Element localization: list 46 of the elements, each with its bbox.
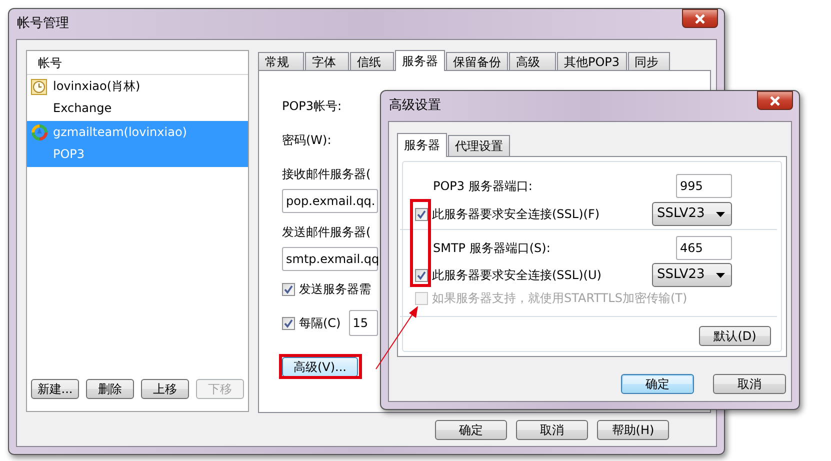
list-button[interactable]: 上移 xyxy=(141,379,189,399)
checkbox-label: 此服务器要求安全连接(SSL)(F) xyxy=(432,206,600,223)
port-field[interactable]: 995 xyxy=(676,174,732,198)
field-label: 密码(W): xyxy=(282,132,332,149)
field-label: 发送邮件服务器( xyxy=(282,224,371,241)
dialog-button[interactable]: 取消 xyxy=(516,420,588,440)
list-button[interactable]: 删除 xyxy=(86,379,134,399)
dialog-button[interactable]: 帮助(H) xyxy=(597,420,669,440)
field-label: POP3帐号: xyxy=(282,98,342,115)
dropdown[interactable]: SSLV23 xyxy=(652,202,732,226)
list-header: 帐号 xyxy=(27,51,248,75)
port-field[interactable]: 465 xyxy=(676,236,732,260)
field-label: 接收邮件服务器( xyxy=(282,166,371,183)
list-button[interactable]: 新建... xyxy=(31,379,79,399)
field-label: SMTP 服务器端口(S): xyxy=(433,240,550,257)
dialog-button[interactable]: 取消 xyxy=(713,374,786,394)
checkbox-label: 此服务器要求安全连接(SSL)(U) xyxy=(432,267,602,284)
text-field[interactable]: smtp.exmail.qq xyxy=(282,247,378,271)
tab[interactable]: 同步 xyxy=(628,52,670,70)
tab[interactable]: 高级 xyxy=(509,52,556,70)
tab[interactable]: 字体 xyxy=(305,52,349,70)
dropdown[interactable]: SSLV23 xyxy=(652,263,732,287)
field-label: POP3 服务器端口: xyxy=(433,178,532,195)
account-name: lovinxiao(肖林) xyxy=(53,78,142,95)
text-field[interactable]: pop.exmail.qq. xyxy=(282,189,378,213)
checkbox-label: 每隔(C) xyxy=(299,315,341,332)
dialog-button[interactable]: 确定 xyxy=(435,420,507,440)
account-item[interactable]: lovinxiao(肖林) Exchange xyxy=(27,75,248,121)
checkbox-label: 发送服务器需 xyxy=(299,281,371,298)
tab[interactable]: 常规 xyxy=(258,52,304,70)
tab[interactable]: 信纸 xyxy=(350,52,394,70)
advanced-button[interactable]: 高级(V)... xyxy=(282,357,358,377)
tab[interactable]: 保留备份 xyxy=(446,52,508,70)
account-name: gzmailteam(lovinxiao) xyxy=(53,124,188,141)
tab[interactable]: 代理设置 xyxy=(448,135,510,156)
window-title: 高级设置 xyxy=(389,97,441,116)
account-type: POP3 xyxy=(53,146,86,163)
tab[interactable]: 服务器 xyxy=(395,50,445,71)
tab[interactable]: 服务器 xyxy=(397,133,447,157)
default-button[interactable]: 默认(D) xyxy=(699,326,771,346)
number-field[interactable]: 15 xyxy=(348,310,378,336)
account-type: Exchange xyxy=(53,100,113,117)
dialog-button[interactable]: 确定 xyxy=(621,374,694,394)
window-title: 帐号管理 xyxy=(17,15,69,34)
checkbox-label: 如果服务器支持，就使用STARTTLS加密传输(T) xyxy=(432,290,688,307)
tab[interactable]: 其他POP3 xyxy=(557,52,627,70)
